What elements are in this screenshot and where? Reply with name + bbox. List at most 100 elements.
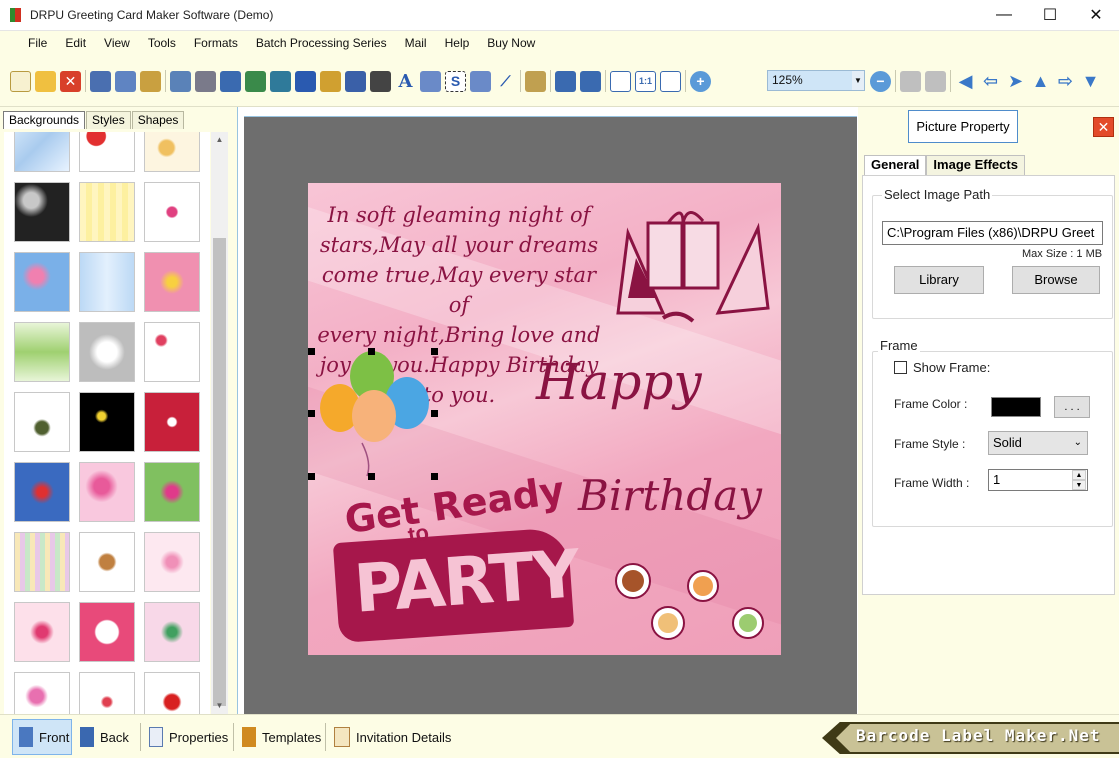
- redo-icon[interactable]: [580, 70, 601, 92]
- frame-width-stepper[interactable]: 1 ▲ ▼: [988, 469, 1088, 491]
- background-thumbnail[interactable]: [79, 252, 135, 312]
- to-text[interactable]: to: [406, 519, 431, 548]
- close-panel-icon[interactable]: ✕: [1093, 117, 1114, 137]
- unlock-icon[interactable]: [925, 70, 946, 92]
- brand-text[interactable]: Barcode Label Maker.Net: [856, 726, 1101, 745]
- zoom-out-icon[interactable]: −: [870, 70, 891, 92]
- front-button[interactable]: Front: [12, 719, 72, 755]
- party-text[interactable]: PARTY: [352, 535, 581, 627]
- mail-icon[interactable]: [470, 70, 491, 92]
- export-icon[interactable]: [140, 70, 161, 92]
- arrow-down-icon[interactable]: ▼: [1080, 71, 1101, 92]
- resize-handle[interactable]: [308, 348, 315, 355]
- menu-help[interactable]: Help: [436, 31, 479, 55]
- menu-batch-processing[interactable]: Batch Processing Series: [247, 31, 396, 55]
- grid-icon[interactable]: [610, 70, 631, 92]
- frame-color-picker-button[interactable]: . . .: [1054, 396, 1090, 418]
- undo-icon[interactable]: [555, 70, 576, 92]
- resize-handle[interactable]: [431, 348, 438, 355]
- scroll-down-icon[interactable]: ▼: [211, 698, 228, 714]
- tab-image-effects[interactable]: Image Effects: [926, 155, 1025, 175]
- zoom-in-icon[interactable]: +: [690, 70, 711, 92]
- tab-backgrounds[interactable]: Backgrounds: [3, 111, 86, 129]
- background-thumbnail[interactable]: [144, 182, 200, 242]
- background-thumbnail[interactable]: [79, 392, 135, 452]
- browse-button[interactable]: Browse: [1012, 266, 1100, 294]
- barcode-icon[interactable]: [370, 70, 391, 92]
- chevron-down-icon[interactable]: ▼: [852, 71, 864, 90]
- resize-handle[interactable]: [368, 348, 375, 355]
- resize-handle[interactable]: [431, 473, 438, 480]
- save-as-icon[interactable]: [115, 70, 136, 92]
- open-folder-icon[interactable]: [35, 70, 56, 92]
- menu-buy-now[interactable]: Buy Now: [478, 31, 544, 55]
- stepper-up-icon[interactable]: ▲: [1072, 470, 1086, 480]
- resize-handle[interactable]: [308, 410, 315, 417]
- background-thumbnail[interactable]: [144, 532, 200, 592]
- pen-icon[interactable]: [295, 70, 316, 92]
- tab-general[interactable]: General: [864, 155, 927, 175]
- resize-handle[interactable]: [431, 410, 438, 417]
- resize-handle[interactable]: [308, 473, 315, 480]
- balloons-illustration[interactable]: [312, 348, 442, 478]
- background-thumbnail[interactable]: [144, 252, 200, 312]
- scroll-up-icon[interactable]: ▲: [211, 132, 228, 148]
- close-file-icon[interactable]: ✕: [60, 70, 81, 92]
- background-thumbnail[interactable]: [144, 392, 200, 452]
- background-thumbnail[interactable]: [79, 182, 135, 242]
- minimize-button[interactable]: —: [981, 0, 1027, 30]
- background-thumbnail[interactable]: [14, 392, 70, 452]
- lock-icon[interactable]: [900, 70, 921, 92]
- thumbnail-scrollbar[interactable]: ▲ ▼: [211, 132, 228, 714]
- background-thumbnail[interactable]: [14, 672, 70, 714]
- background-thumbnail[interactable]: [14, 132, 70, 172]
- shapes-icon[interactable]: [320, 70, 341, 92]
- insert-picture-icon[interactable]: [270, 70, 291, 92]
- menu-edit[interactable]: Edit: [56, 31, 95, 55]
- tab-shapes[interactable]: Shapes: [131, 111, 185, 129]
- background-thumbnail[interactable]: [14, 182, 70, 242]
- background-thumbnail[interactable]: [79, 602, 135, 662]
- gift-hats-illustration[interactable]: [608, 203, 778, 343]
- save-icon[interactable]: [90, 70, 111, 92]
- properties-icon[interactable]: [170, 70, 191, 92]
- linear-barcode-icon[interactable]: [345, 70, 366, 92]
- background-thumbnail[interactable]: [14, 252, 70, 312]
- close-window-button[interactable]: ✕: [1073, 0, 1119, 30]
- menu-file[interactable]: File: [19, 31, 56, 55]
- image-path-field[interactable]: C:\Program Files (x86)\DRPU Greet: [882, 221, 1103, 245]
- image-icon[interactable]: [245, 70, 266, 92]
- menu-formats[interactable]: Formats: [185, 31, 247, 55]
- birthday-text[interactable]: Birthday: [578, 471, 762, 520]
- background-thumbnail[interactable]: [14, 462, 70, 522]
- library-button[interactable]: Library: [894, 266, 984, 294]
- happy-text[interactable]: Happy: [536, 353, 702, 411]
- actual-size-icon[interactable]: 1:1: [635, 70, 656, 92]
- new-file-icon[interactable]: [10, 70, 31, 92]
- background-thumbnail[interactable]: [14, 322, 70, 382]
- zoom-select[interactable]: 125% ▼: [767, 70, 865, 91]
- show-frame-checkbox[interactable]: [894, 361, 907, 374]
- background-thumbnail[interactable]: [79, 672, 135, 714]
- scroll-thumb[interactable]: [213, 238, 226, 706]
- background-thumbnail[interactable]: [14, 532, 70, 592]
- resize-handle[interactable]: [368, 473, 375, 480]
- background-thumbnail[interactable]: [144, 322, 200, 382]
- background-thumbnail[interactable]: [79, 132, 135, 172]
- menu-mail[interactable]: Mail: [396, 31, 436, 55]
- properties-button[interactable]: Properties: [143, 719, 228, 755]
- menu-view[interactable]: View: [95, 31, 139, 55]
- print-preview-icon[interactable]: [220, 70, 241, 92]
- line-icon[interactable]: ⟋: [495, 71, 516, 92]
- background-thumbnail[interactable]: [79, 532, 135, 592]
- arrow-up-icon[interactable]: ▲: [1030, 71, 1051, 92]
- text-icon[interactable]: A: [395, 71, 416, 92]
- print-icon[interactable]: [195, 70, 216, 92]
- greeting-card[interactable]: In soft gleaming night of stars,May all …: [308, 183, 781, 655]
- background-thumbnail[interactable]: [79, 462, 135, 522]
- database-icon[interactable]: [525, 70, 546, 92]
- stepper-down-icon[interactable]: ▼: [1072, 480, 1086, 490]
- background-thumbnail[interactable]: [79, 322, 135, 382]
- background-thumbnail[interactable]: [144, 132, 200, 172]
- frame-style-select[interactable]: Solid ⌄: [988, 431, 1088, 455]
